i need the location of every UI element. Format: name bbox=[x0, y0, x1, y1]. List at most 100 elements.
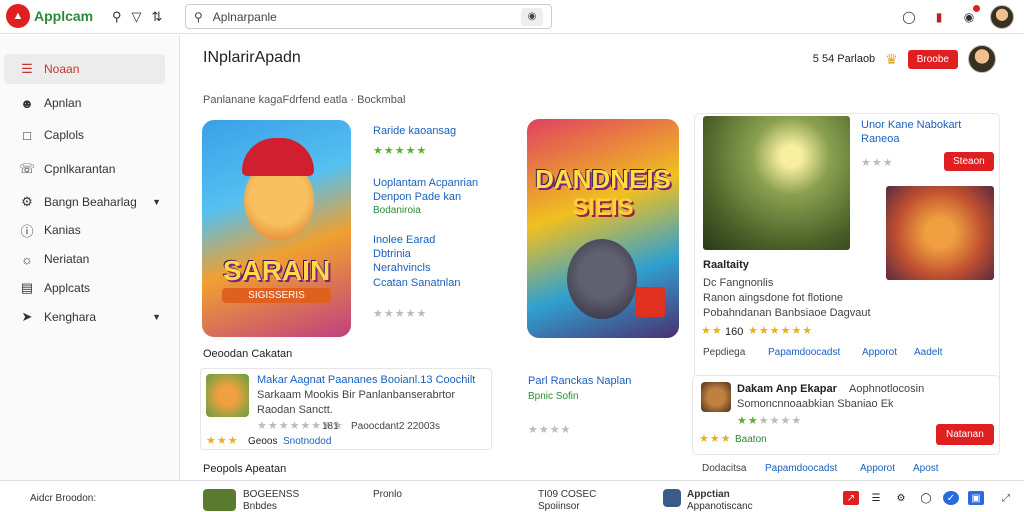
main-content: INplarirApadn 5 54 Parlaob ♛ Broobe Panl… bbox=[181, 35, 1024, 480]
sidebar-item-caplols[interactable]: □ Caplols bbox=[4, 120, 165, 150]
rating-stars: ★★★ bbox=[206, 435, 239, 447]
game-desc-1: Uoplantam Acpanrian bbox=[373, 177, 479, 189]
featured-title[interactable]: Unor Kane Nabokart bbox=[861, 118, 961, 132]
footer-item[interactable]: BOGEENSS bbox=[243, 489, 299, 500]
sidebar-item-noaan[interactable]: ☰ Noaan bbox=[4, 54, 165, 84]
section-heading: Oeoodan Cakatan bbox=[203, 348, 293, 360]
sidebar-item-applcats[interactable]: ▤ Applcats bbox=[4, 273, 165, 303]
voice-search-button[interactable]: ◉ bbox=[521, 7, 543, 26]
sidebar-item-kanias[interactable]: ⓘ Kanias bbox=[4, 215, 165, 245]
search-icon[interactable]: ⚲ bbox=[112, 9, 122, 25]
list-item-tag: Geoos bbox=[248, 436, 278, 447]
app-card-button[interactable]: Natanan bbox=[936, 424, 994, 445]
footer-app-name[interactable]: Appctian bbox=[687, 489, 730, 500]
share-icon[interactable]: ↗ bbox=[843, 491, 859, 505]
footer-thumbnail[interactable] bbox=[203, 489, 236, 511]
footer-item[interactable]: TI09 COSEC bbox=[538, 489, 596, 500]
user-avatar[interactable] bbox=[990, 5, 1014, 29]
list-item-line: Sarkaam Mookis Bir Panlanbanserabrtor bbox=[257, 389, 456, 401]
chat-icon[interactable]: ◯ bbox=[918, 491, 934, 505]
notifications-icon[interactable]: ◉ bbox=[960, 5, 980, 26]
game-art-title: SARAIN bbox=[222, 255, 331, 286]
sidebar-item-neriatan[interactable]: ☼ Neriatan bbox=[4, 244, 165, 274]
chevron-down-icon[interactable]: ▼ bbox=[152, 312, 161, 322]
card-footer-item[interactable]: Papamdoocadst bbox=[765, 462, 837, 476]
sidebar-item-label: Kenghara bbox=[44, 310, 97, 324]
expand-icon[interactable]: ⤢ bbox=[998, 491, 1014, 505]
sidebar-item-label: Noaan bbox=[44, 62, 80, 76]
app-thumbnail bbox=[701, 382, 731, 412]
trophy-icon[interactable]: ♛ bbox=[885, 51, 898, 68]
footer-app-icon[interactable] bbox=[663, 489, 681, 507]
rating-stars: ★★★★★★ bbox=[748, 325, 814, 337]
list-item[interactable]: Makar Aagnat Paananes Booianl.13 Coochil… bbox=[200, 368, 492, 450]
footer-app-sub: Appanotiscanc bbox=[687, 501, 753, 512]
game-art-subtitle: SIGISSERIS bbox=[222, 288, 331, 303]
card-footer-item[interactable]: Apost bbox=[913, 462, 939, 476]
game-meta-2: Dbtrinia bbox=[373, 248, 411, 260]
featured-image bbox=[703, 116, 850, 250]
app-card-title[interactable]: Dakam Anp Ekapar bbox=[737, 382, 837, 396]
header-link[interactable]: 5 54 Parlaob bbox=[813, 53, 875, 65]
featured-card[interactable]: Unor Kane Nabokart Raneoa ★★★ Steaon Raa… bbox=[694, 113, 1000, 401]
search-input[interactable]: Aplnarpanle bbox=[213, 10, 277, 24]
character-hat bbox=[242, 138, 314, 176]
phone-icon: ☏ bbox=[18, 161, 36, 176]
search-bar[interactable]: ⚲ Aplnarpanle ◉ bbox=[185, 4, 552, 29]
game-name[interactable]: Parl Ranckas Naplan bbox=[528, 374, 631, 388]
app-card-tag: Baaton bbox=[735, 434, 767, 445]
footer-item[interactable]: Pronlo bbox=[373, 489, 402, 500]
section-subtitle: Panlanane kagaFdrfend eatla · Bockmbal bbox=[203, 94, 406, 106]
sidebar-item-label: Cpnlkarantan bbox=[44, 162, 116, 176]
featured-footer-item[interactable]: Apporot bbox=[862, 346, 897, 360]
featured-footer-item[interactable]: Pepdiega bbox=[703, 346, 745, 360]
sidebar-item-label: Caplols bbox=[44, 128, 85, 142]
instagram-icon[interactable]: ◯ bbox=[900, 8, 918, 26]
featured-footer-item[interactable]: Papamdoocadst bbox=[768, 346, 840, 360]
game-art-title: DANDNEIS bbox=[535, 164, 671, 194]
game-art-2[interactable]: DANDNEIS SIEIS bbox=[527, 119, 679, 338]
sidebar-item-cpnlkarantan[interactable]: ☏ Cpnlkarantan bbox=[4, 154, 165, 184]
sidebar-item-label: Apnlan bbox=[44, 96, 82, 110]
game-meta-4: Ccatan Sanatnlan bbox=[373, 277, 461, 289]
sidebar-item-bangn[interactable]: ⚙ Bangn Beaharlag ▼ bbox=[4, 187, 165, 217]
game-art-1[interactable]: SARAIN SIGISSERIS bbox=[202, 120, 351, 337]
featured-button[interactable]: Steaon bbox=[944, 152, 994, 171]
list-item-line: Raodan Sanctt. bbox=[257, 404, 333, 416]
app-logo[interactable]: ▲ Applcam bbox=[6, 4, 93, 28]
list-item-title[interactable]: Makar Aagnat Paananes Booianl.13 Coochil… bbox=[257, 373, 475, 387]
card-footer-item[interactable]: Dodacitsa bbox=[702, 462, 746, 476]
header-button[interactable]: Broobe bbox=[907, 49, 958, 69]
card-footer-item[interactable]: Apporot bbox=[860, 462, 895, 476]
rating-stars: ★★★★★ bbox=[373, 308, 428, 320]
game-name[interactable]: Raride kaoansag bbox=[373, 124, 456, 138]
profile-avatar[interactable] bbox=[968, 45, 996, 73]
window-icon[interactable]: ▣ bbox=[968, 491, 984, 505]
box-icon: □ bbox=[23, 127, 31, 143]
sidebar-item-kenghara[interactable]: ➤ Kenghara ▼ bbox=[4, 302, 165, 332]
app-card-title-2: Aophnotlocosin bbox=[849, 383, 925, 395]
phone-icon[interactable]: ▮ bbox=[930, 8, 948, 26]
rating-stars: ★★★★★★ bbox=[737, 415, 803, 427]
sidebar-item-label: Bangn Beaharlag bbox=[44, 195, 137, 209]
chevron-down-icon[interactable]: ▼ bbox=[152, 197, 161, 207]
list-icon: ☰ bbox=[21, 61, 33, 76]
game-meta-3: Nerahvincls bbox=[373, 262, 431, 274]
sort-icon[interactable]: ⇅ bbox=[152, 9, 163, 25]
app-card[interactable]: Dakam Anp Ekapar Aophnotlocosin Somoncnn… bbox=[692, 375, 1000, 455]
bottom-bar: Aidcr Broodon: BOGEENSS Bnbdes Pronlo TI… bbox=[0, 480, 1024, 512]
info-icon: ⓘ bbox=[20, 223, 34, 239]
rating-stars: ★★★ bbox=[861, 157, 894, 169]
filter-icon[interactable]: ▽ bbox=[132, 9, 142, 25]
character-face bbox=[567, 239, 637, 319]
check-icon[interactable]: ✓ bbox=[943, 491, 959, 505]
featured-footer-item[interactable]: Aadelt bbox=[914, 346, 942, 360]
list-icon[interactable]: ☰ bbox=[868, 491, 884, 505]
rating-stars: ★★ bbox=[701, 325, 723, 337]
rating-count: 160 bbox=[725, 326, 744, 338]
rating-stars: ★★★★★ bbox=[373, 145, 428, 157]
badge-icon bbox=[635, 287, 665, 317]
settings-icon[interactable]: ⚙ bbox=[893, 491, 909, 505]
rating-count: 181 bbox=[322, 421, 339, 432]
sidebar-item-apnlan[interactable]: ☻ Apnlan bbox=[4, 88, 165, 118]
